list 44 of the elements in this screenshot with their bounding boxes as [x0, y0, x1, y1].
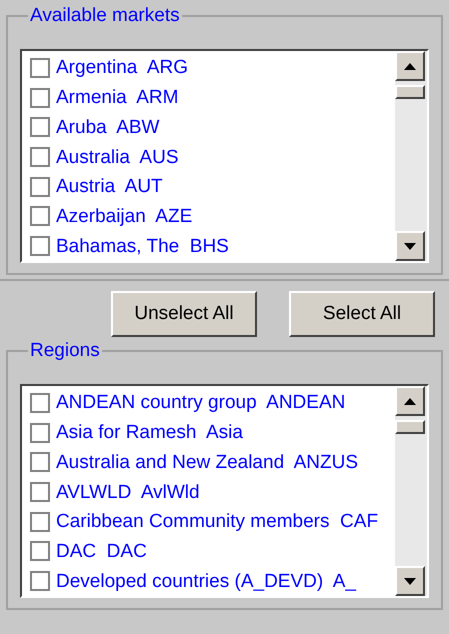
list-item[interactable]: Developed countries (A_DEVD) A_ — [56, 572, 356, 591]
group-title: Available markets — [29, 6, 181, 25]
scroll-thumb[interactable] — [395, 420, 425, 434]
checkbox[interactable] — [30, 206, 50, 226]
scroll-thumb[interactable] — [395, 85, 425, 99]
scrollbar[interactable] — [395, 51, 427, 261]
list-item[interactable]: Australia AUS — [56, 148, 178, 167]
list-item[interactable]: Bahamas, The BHS — [56, 236, 229, 256]
list-item[interactable]: Argentina ARG — [56, 58, 188, 78]
checkbox[interactable] — [30, 176, 50, 197]
list-item[interactable]: Asia for Ramesh Asia — [56, 423, 243, 442]
list-item[interactable]: Aruba ABW — [56, 118, 160, 137]
checkbox[interactable] — [30, 512, 50, 532]
list-item[interactable]: Azerbaijan AZE — [56, 206, 192, 226]
down-arrow-icon — [404, 578, 416, 584]
list-item[interactable]: Austria AUT — [56, 177, 163, 196]
checkbox[interactable] — [30, 452, 50, 472]
checkbox[interactable] — [30, 58, 50, 78]
scroll-down-button[interactable] — [395, 566, 425, 596]
checkbox[interactable] — [30, 392, 50, 413]
checkbox[interactable] — [30, 236, 50, 256]
checkbox[interactable] — [30, 422, 50, 443]
checkbox[interactable] — [30, 571, 50, 592]
group-title: Regions — [29, 341, 101, 360]
action-button[interactable]: Select All — [289, 291, 435, 337]
list-item[interactable]: ANDEAN country group ANDEAN — [56, 393, 346, 412]
list-item[interactable]: DAC DAC — [56, 542, 147, 561]
scroll-up-button[interactable] — [395, 386, 425, 416]
checkbox[interactable] — [30, 117, 50, 138]
up-arrow-icon — [404, 62, 416, 70]
checkbox[interactable] — [30, 88, 50, 108]
checkbox[interactable] — [30, 541, 50, 562]
list-item[interactable]: Australia and New Zealand ANZUS — [56, 452, 358, 472]
down-arrow-icon — [404, 242, 416, 250]
up-arrow-icon — [404, 398, 416, 404]
checkbox[interactable] — [30, 147, 50, 168]
checkbox[interactable] — [30, 482, 50, 502]
scrollbar[interactable] — [395, 386, 427, 596]
list-item[interactable]: Armenia ARM — [56, 88, 178, 108]
list-item[interactable]: AVLWLD AvlWld — [56, 482, 200, 502]
list-item[interactable]: Caribbean Community members CAF — [56, 512, 378, 532]
scroll-down-button[interactable] — [395, 231, 425, 261]
action-button[interactable]: Unselect All — [111, 291, 257, 337]
scroll-up-button[interactable] — [395, 51, 425, 81]
